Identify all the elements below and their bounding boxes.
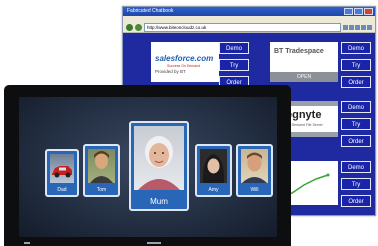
contact-name: Tom	[96, 187, 107, 193]
bt-tradespace-logo[interactable]: BT Tradespace OPEN	[270, 42, 338, 82]
print-icon[interactable]	[355, 24, 360, 30]
bt-tradespace-logo-text: BT Tradespace	[274, 48, 324, 55]
home-bar-icon[interactable]	[147, 242, 161, 244]
bt-tradespace-order-button[interactable]: Order	[341, 76, 371, 88]
close-button[interactable]	[364, 8, 373, 15]
older-woman-photo-icon	[134, 126, 184, 190]
window-controls	[344, 8, 373, 15]
analytics-demo-button[interactable]: Demo	[341, 161, 371, 173]
browser-titlebar: Fabricated Chatbook	[123, 7, 375, 16]
egnyte-order-button[interactable]: Order	[341, 135, 371, 147]
bt-tradespace-open-label: OPEN	[270, 72, 338, 82]
back-icon[interactable]	[126, 23, 133, 31]
salesforce-demo-button[interactable]: Demo	[219, 42, 249, 54]
contact-card-dad[interactable]: Dad	[45, 149, 79, 197]
egnyte-demo-button[interactable]: Demo	[341, 101, 371, 113]
contact-name: Will	[250, 187, 259, 193]
salesforce-logo-extra: Provided by BT	[155, 69, 186, 74]
contact-card-will[interactable]: Will	[236, 144, 273, 197]
tablet-screen: Dad Tom Mum Amy Will	[19, 97, 277, 237]
back-arrow-icon[interactable]	[24, 242, 30, 244]
young-man-photo-icon	[88, 149, 115, 183]
url-field[interactable]: http://www.biteoncloudz.co.uk	[144, 22, 341, 32]
girl-photo-icon	[200, 149, 227, 183]
egnyte-logo-sub: On Demand File Server	[286, 123, 323, 127]
car-photo-icon	[50, 154, 74, 183]
salesforce-logo-sub: Success On Demand	[167, 64, 201, 68]
contact-name: Dad	[57, 187, 67, 193]
contact-card-tom[interactable]: Tom	[83, 144, 120, 197]
maximize-button[interactable]	[354, 8, 363, 15]
bt-tradespace-try-button[interactable]: Try	[341, 59, 371, 71]
man-photo-icon	[241, 149, 268, 183]
tablet-bottom-bar	[4, 237, 291, 246]
analytics-order-button[interactable]: Order	[341, 195, 371, 207]
browser-title: Fabricated Chatbook	[127, 8, 174, 14]
forward-icon[interactable]	[135, 23, 142, 31]
tools-icon[interactable]	[367, 24, 372, 30]
bt-tradespace-demo-button[interactable]: Demo	[341, 42, 371, 54]
browser-addressbar: http://www.biteoncloudz.co.uk	[123, 22, 375, 33]
tablet-device: Dad Tom Mum Amy Will	[4, 85, 291, 246]
minimize-button[interactable]	[344, 8, 353, 15]
salesforce-logo-text: salesforce.com	[155, 54, 214, 63]
contact-name: Amy	[208, 187, 219, 193]
contact-name-selected: Mum	[150, 197, 168, 206]
page-icon[interactable]	[361, 24, 366, 30]
browser-toolbar	[343, 24, 372, 30]
home-icon[interactable]	[343, 24, 348, 30]
egnyte-logo-text: egnyte	[286, 109, 322, 121]
analytics-try-button[interactable]: Try	[341, 178, 371, 190]
salesforce-try-button[interactable]: Try	[219, 59, 249, 71]
egnyte-try-button[interactable]: Try	[341, 118, 371, 130]
salesforce-logo[interactable]: salesforce.com Success On Demand Provide…	[151, 42, 219, 82]
contact-card-mum[interactable]: Mum	[129, 121, 189, 211]
feed-icon[interactable]	[349, 24, 354, 30]
contact-card-amy[interactable]: Amy	[195, 144, 232, 197]
